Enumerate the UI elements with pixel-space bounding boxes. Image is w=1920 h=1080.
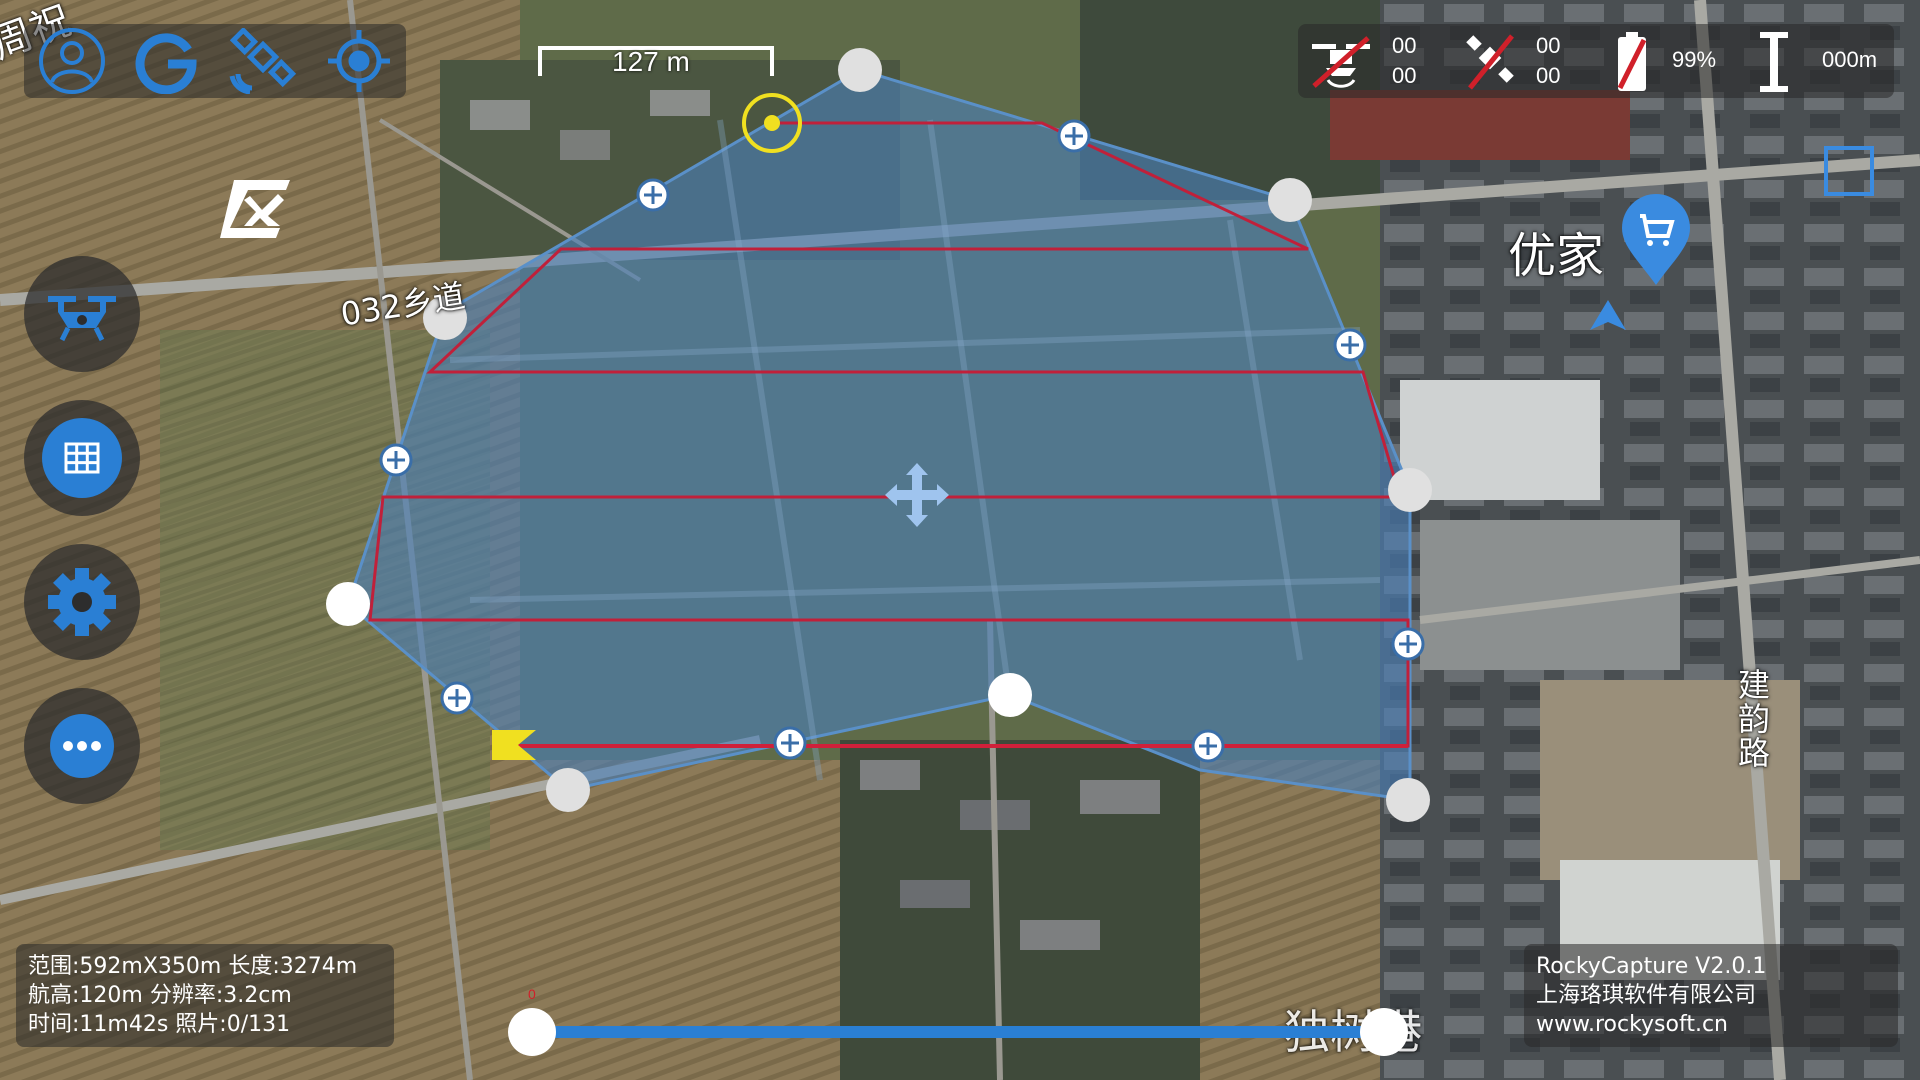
drone-button[interactable]	[24, 256, 140, 372]
altitude-icon	[1760, 32, 1788, 92]
mission-info-range: 范围:592mX350m 长度:3274m	[28, 954, 358, 979]
grid-icon	[42, 418, 122, 498]
map-label-store: 优家	[1508, 228, 1605, 284]
google-icon[interactable]	[134, 28, 200, 94]
slider-fill	[532, 1026, 1384, 1038]
app-version: RockyCapture V2.0.1	[1536, 954, 1767, 979]
battery-icon	[1617, 32, 1647, 91]
app-website: www.rockysoft.cn	[1536, 1012, 1728, 1037]
gps-disconnected-icon	[1466, 34, 1514, 90]
drone-signal-top: 00	[1392, 33, 1417, 58]
drone-icon	[48, 296, 116, 342]
scale-bar-label: 127 m	[612, 46, 690, 77]
more-button[interactable]	[24, 688, 140, 804]
app-company: 上海珞琪软件有限公司	[1536, 983, 1757, 1008]
gps-count-top: 00	[1536, 33, 1561, 58]
drone-signal-bottom: 00	[1392, 63, 1417, 88]
user-icon[interactable]	[36, 28, 108, 94]
grid-mission-button[interactable]	[24, 400, 140, 516]
map-label-road-jianyun: 建韵路	[1738, 666, 1771, 772]
mission-info-time: 时间:11m42s 照片:0/131	[28, 1012, 291, 1037]
drone-disconnected-icon	[1312, 36, 1370, 88]
altitude-value: 000m	[1822, 47, 1878, 72]
battery-percent: 99%	[1672, 47, 1717, 72]
mission-info-panel: 范围:592mX350m 长度:3274m 航高:120m 分辨率:3.2cm …	[16, 944, 394, 1047]
status-panel	[1298, 24, 1894, 98]
slider-end-handle[interactable]	[1360, 1008, 1408, 1056]
more-icon	[50, 714, 114, 778]
slider-start-handle[interactable]	[508, 1008, 556, 1056]
satellite-icon[interactable]	[228, 28, 298, 94]
mission-info-altitude: 航高:120m 分辨率:3.2cm	[28, 983, 292, 1008]
gps-count-bottom: 00	[1536, 63, 1561, 88]
flight-progress-slider[interactable]: 0	[508, 986, 1408, 1056]
satellite-map[interactable]	[0, 0, 1920, 1080]
slider-start-label: 0	[528, 986, 536, 1002]
gear-icon	[48, 568, 116, 636]
settings-button[interactable]	[24, 544, 140, 660]
app-info-panel: RockyCapture V2.0.1 上海珞琪软件有限公司 www.rocky…	[1524, 944, 1898, 1047]
locate-icon[interactable]	[326, 28, 392, 94]
